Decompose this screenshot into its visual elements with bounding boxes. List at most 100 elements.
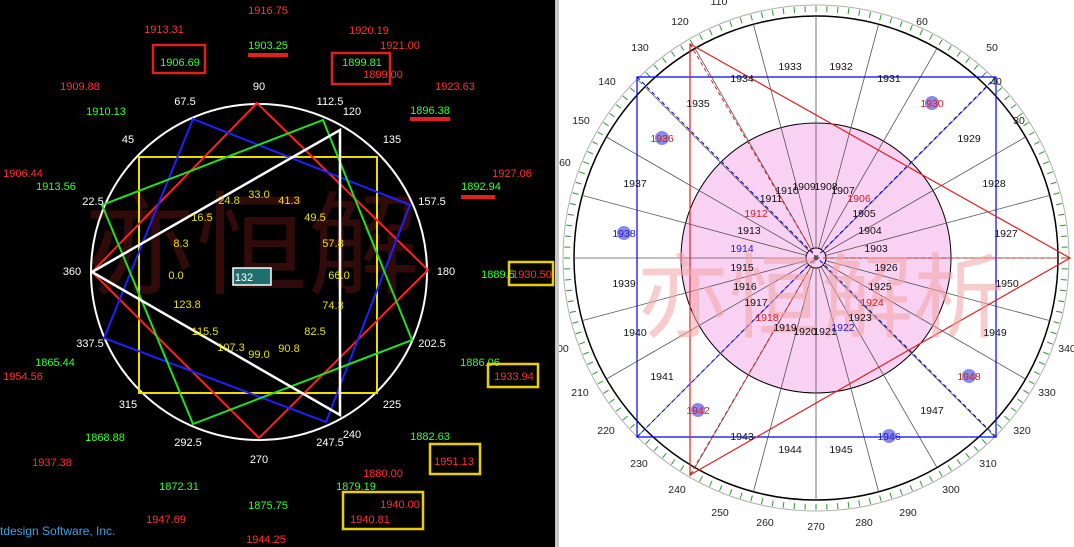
degree-label: 160	[559, 157, 571, 169]
tick-mark	[1061, 278, 1068, 281]
angle-label: 337.5	[76, 338, 104, 350]
outer-date-label: 1872.31	[159, 481, 199, 493]
inner-value-label: 123.8	[173, 299, 201, 311]
center-marker	[813, 255, 819, 261]
tick-mark	[956, 459, 961, 465]
tick-mark	[572, 321, 579, 324]
inner-year-label: 1911	[760, 193, 783, 205]
tick-mark	[947, 465, 952, 471]
tick-mark	[793, 6, 796, 13]
inner-year-label: 1921	[813, 326, 837, 338]
tick-mark	[637, 79, 643, 85]
inner-value-label: 33.0	[248, 189, 269, 201]
tick-mark	[938, 470, 943, 477]
tick-mark	[1061, 235, 1068, 238]
tick-mark	[1046, 341, 1053, 345]
angle-label: 292.5	[174, 437, 202, 449]
tick-mark	[771, 500, 774, 507]
inner-value-label: 90.8	[278, 343, 299, 355]
tick-mark	[879, 14, 882, 21]
outer-date-label: 1909.88	[60, 81, 100, 93]
outer-year-label: 1934	[730, 73, 754, 85]
outer-year-label: 1933	[778, 61, 802, 73]
tick-mark	[909, 485, 913, 492]
outer-year-label: 1929	[957, 133, 981, 145]
inner-value-label: 16.5	[191, 212, 212, 224]
tick-mark	[567, 300, 574, 303]
outer-date-label: 1921.00	[380, 40, 420, 52]
outer-date-label: 1916.75	[248, 5, 288, 17]
angle-label: 67.5	[174, 96, 195, 108]
outer-date-label: 1910.13	[86, 106, 126, 118]
tick-mark	[879, 495, 882, 502]
tick-mark	[609, 113, 615, 118]
inner-year-label: 1903	[864, 243, 888, 255]
degree-label: 200	[559, 343, 569, 355]
tick-mark	[1058, 300, 1065, 303]
inner-value-label: 8.3	[173, 238, 188, 250]
tick-mark	[645, 439, 651, 445]
tick-mark	[579, 341, 586, 345]
angle-label: 112.5	[317, 96, 344, 108]
highlight-mark	[410, 117, 450, 121]
tick-mark	[1033, 371, 1040, 375]
tick-mark	[919, 29, 923, 36]
outer-year-label: 1938	[612, 228, 636, 240]
tick-mark	[587, 151, 594, 155]
inner-year-label: 1915	[730, 262, 754, 274]
angle-label: 270	[250, 454, 268, 466]
angle-label: 240	[343, 429, 361, 441]
tick-mark	[739, 492, 743, 499]
degree-label: 340	[1058, 343, 1074, 355]
inner-value-label: 115.5	[192, 326, 219, 338]
outer-date-label: 1880.00	[363, 468, 403, 480]
outer-year-label: 1944	[778, 444, 802, 456]
square-of-nine-panel: 亦恒解 22.5 45 67.5 90 112.5 120 135 157.5 180 202.5 2…	[0, 0, 555, 547]
outer-year-label: 1928	[982, 178, 1006, 190]
angle-label: 90	[253, 81, 265, 93]
tick-mark	[909, 24, 913, 31]
tick-mark	[582, 351, 589, 355]
tick-mark	[671, 459, 676, 465]
tick-mark	[836, 6, 839, 13]
outer-year-label: 1943	[730, 431, 754, 443]
highlight-mark	[248, 53, 288, 57]
tick-mark	[615, 407, 622, 412]
tick-mark	[579, 171, 586, 175]
tick-mark	[1038, 151, 1045, 155]
inner-year-label: 1906	[847, 193, 871, 205]
inner-year-label: 1916	[733, 281, 757, 293]
tick-mark	[575, 331, 582, 335]
outer-year-label: 1936	[650, 133, 674, 145]
year-wheel-panel: 亦恒解析110120601305014040150301603403302102…	[559, 0, 1074, 547]
outer-year-label: 1945	[829, 444, 853, 456]
degree-label: 30	[1013, 115, 1025, 127]
angle-label: 315	[119, 399, 137, 411]
outer-date-label: 1892.94	[461, 181, 501, 193]
tick-mark	[793, 503, 796, 510]
tick-mark	[868, 11, 872, 18]
outer-year-label: 1937	[623, 178, 647, 190]
outer-year-label: 1942	[686, 405, 710, 417]
angle-label: 247.5	[316, 437, 344, 449]
tick-mark	[956, 51, 961, 57]
degree-label: 210	[571, 387, 589, 399]
outer-year-label: 1932	[829, 61, 853, 73]
degree-label: 140	[598, 76, 616, 88]
tick-mark	[868, 498, 872, 505]
inner-year-label: 1917	[744, 297, 768, 309]
outer-date-label: 1875.75	[248, 500, 288, 512]
tick-mark	[750, 495, 753, 502]
inner-year-label: 1904	[858, 225, 882, 237]
tick-mark	[729, 21, 733, 28]
inner-year-label: 1926	[874, 262, 898, 274]
degree-label: 260	[756, 517, 774, 529]
tick-mark	[564, 278, 571, 281]
tick-mark	[938, 39, 943, 46]
angle-label: 157.5	[418, 196, 446, 208]
tick-mark	[858, 500, 861, 507]
degree-label: 280	[855, 517, 873, 529]
tick-mark	[603, 122, 609, 127]
tick-mark	[609, 398, 615, 403]
angle-label: 22.5	[82, 196, 103, 208]
